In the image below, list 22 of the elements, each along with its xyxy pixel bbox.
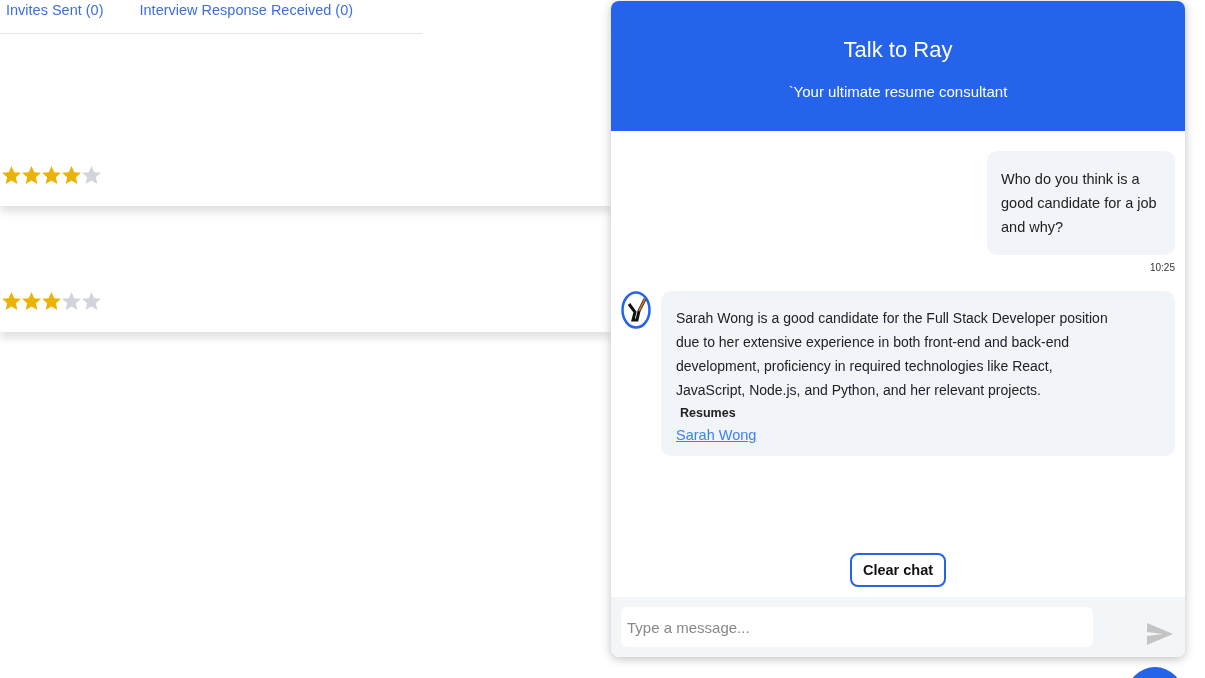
star-icon — [22, 166, 41, 184]
star-icon — [82, 166, 101, 184]
star-icon — [2, 166, 21, 184]
star-icon — [2, 292, 21, 310]
chat-title: Talk to Ray — [843, 37, 953, 63]
star-icon — [62, 166, 81, 184]
resume-link[interactable]: Sarah Wong — [676, 427, 757, 443]
message-time: 10:25 — [1149, 262, 1175, 273]
tab[interactable]: Invites Sent (0) — [6, 2, 104, 18]
user-message: Who do you think is a good candidate for a job and why? — [987, 151, 1175, 255]
star-icon — [82, 292, 101, 310]
bot-avatar-icon — [621, 291, 651, 329]
chat-subtitle: `Your ultimate resume consultant — [788, 83, 1008, 100]
tab[interactable]: Interview Response Received (0) — [139, 2, 354, 18]
star-icon — [62, 292, 81, 310]
resumes-heading: Resumes — [680, 406, 737, 420]
bot-message-text: Sarah Wong is a good candidate for the Full Stack Developer position due to her extensive experience in both front-end and back-end development, proficiency in required technologies like React, JavaScript, Node.js, and Python, and her relevant projects. — [676, 309, 1109, 400]
star-icon — [42, 292, 61, 310]
star-icon — [42, 166, 61, 184]
message-input[interactable]: Type a message... — [621, 607, 1093, 647]
star-icon — [22, 292, 41, 310]
clear-chat-button[interactable]: Clear chat — [849, 553, 947, 587]
